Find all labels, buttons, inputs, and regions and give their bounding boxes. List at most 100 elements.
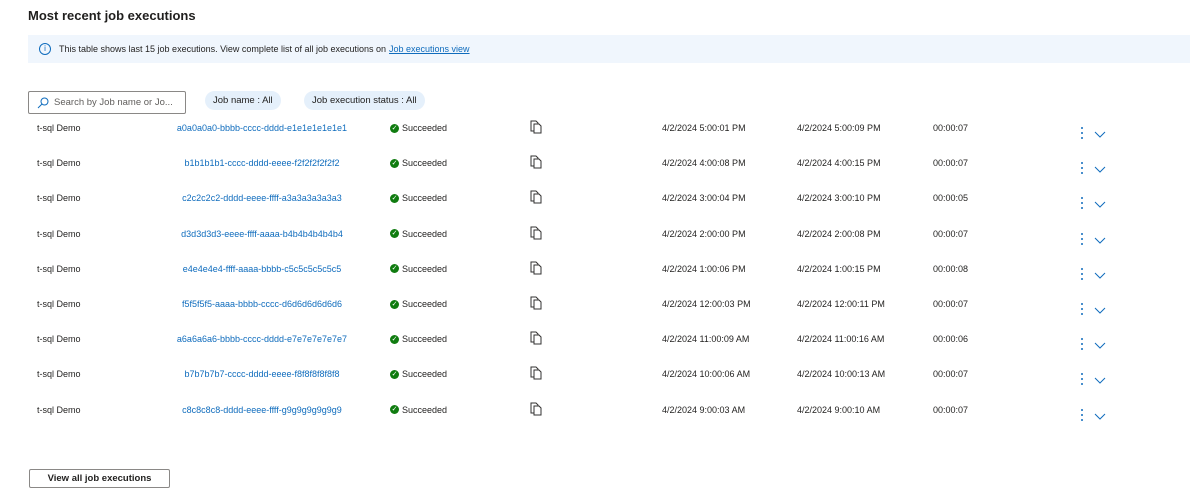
table-row: t-sql Demo b1b1b1b1-cccc-dddd-eeee-f2f2f…: [0, 155, 1190, 178]
table-row: t-sql Demo f5f5f5f5-aaaa-bbbb-cccc-d6d6d…: [0, 296, 1190, 319]
job-status-filter[interactable]: Job execution status : All: [304, 91, 425, 110]
check-circle-icon: ✓: [390, 193, 399, 203]
job-name: t-sql Demo: [37, 299, 81, 309]
execution-id-link[interactable]: a0a0a0a0-bbbb-cccc-dddd-e1e1e1e1e1e1: [172, 123, 352, 133]
duration: 00:00:07: [933, 299, 969, 309]
execution-id-link[interactable]: b1b1b1b1-cccc-dddd-eeee-f2f2f2f2f2f2: [172, 158, 352, 168]
end-time: 4/2/2024 12:00:11 PM: [797, 299, 885, 309]
duration: 00:00:08: [933, 263, 969, 274]
table-row: t-sql Demo c8c8c8c8-dddd-eeee-ffff-g9g9g…: [0, 402, 1190, 425]
more-vertical-icon[interactable]: [1080, 367, 1084, 389]
chevron-down-icon[interactable]: [1094, 405, 1106, 423]
check-circle-icon: ✓: [390, 405, 399, 415]
start-time: 4/2/2024 9:00:03 AM: [662, 404, 746, 415]
status: ✓ Succeeded: [390, 334, 447, 344]
status-text: Succeeded: [402, 369, 448, 380]
more-vertical-icon[interactable]: [1080, 227, 1084, 249]
check-circle-icon: ✓: [390, 264, 399, 274]
execution-id-link[interactable]: e4e4e4e4-ffff-aaaa-bbbb-c5c5c5c5c5c5: [172, 264, 352, 274]
status-text: Succeeded: [402, 158, 448, 169]
execution-id-link[interactable]: c2c2c2c2-dddd-eeee-ffff-a3a3a3a3a3a3: [172, 193, 352, 203]
status-text: Succeeded: [402, 123, 448, 133]
chevron-down-icon[interactable]: [1094, 334, 1106, 352]
chevron-down-icon[interactable]: [1094, 299, 1106, 317]
execution-id-link[interactable]: f5f5f5f5-aaaa-bbbb-cccc-d6d6d6d6d6d6: [172, 299, 352, 309]
duration: 00:00:07: [933, 228, 969, 239]
execution-id-link[interactable]: a6a6a6a6-bbbb-cccc-dddd-e7e7e7e7e7e7: [172, 334, 352, 344]
more-vertical-icon[interactable]: [1080, 121, 1084, 143]
table-row: t-sql Demo a6a6a6a6-bbbb-cccc-dddd-e7e7e…: [0, 331, 1190, 354]
status: ✓ Succeeded: [390, 369, 447, 379]
job-executions-view-link[interactable]: Job executions view: [389, 44, 470, 54]
table-row: t-sql Demo e4e4e4e4-ffff-aaaa-bbbb-c5c5c…: [0, 261, 1190, 284]
job-name: t-sql Demo: [37, 263, 81, 274]
chevron-down-icon[interactable]: [1094, 229, 1106, 247]
execution-id-link[interactable]: b7b7b7b7-cccc-dddd-eeee-f8f8f8f8f8f8: [172, 369, 352, 379]
job-name: t-sql Demo: [37, 193, 81, 204]
chevron-down-icon[interactable]: [1094, 369, 1106, 387]
more-vertical-icon[interactable]: [1080, 403, 1084, 425]
search-placeholder: Search by Job name or Jo...: [54, 97, 173, 108]
execution-id-link[interactable]: c8c8c8c8-dddd-eeee-ffff-g9g9g9g9g9g9: [172, 405, 352, 415]
copy-icon[interactable]: [530, 155, 542, 171]
duration: 00:00:06: [933, 334, 969, 345]
copy-icon[interactable]: [530, 402, 542, 418]
chevron-down-icon[interactable]: [1094, 123, 1106, 141]
start-time: 4/2/2024 10:00:06 AM: [662, 369, 751, 380]
more-vertical-icon[interactable]: [1080, 191, 1084, 213]
check-circle-icon: ✓: [390, 229, 399, 239]
copy-icon[interactable]: [530, 296, 542, 312]
search-input[interactable]: Search by Job name or Jo...: [28, 91, 186, 114]
status: ✓ Succeeded: [390, 299, 447, 309]
check-circle-icon: ✓: [390, 158, 399, 168]
info-icon: i: [39, 43, 51, 55]
status-text: Succeeded: [402, 228, 448, 239]
more-vertical-icon[interactable]: [1080, 156, 1084, 178]
copy-icon[interactable]: [530, 226, 542, 242]
duration: 00:00:07: [933, 158, 969, 169]
duration: 00:00:07: [933, 404, 969, 415]
more-vertical-icon[interactable]: [1080, 262, 1084, 284]
check-circle-icon: ✓: [390, 123, 399, 133]
copy-icon[interactable]: [530, 366, 542, 382]
start-time: 4/2/2024 1:00:06 PM: [662, 263, 746, 274]
status: ✓ Succeeded: [390, 123, 447, 133]
start-time: 4/2/2024 4:00:08 PM: [662, 158, 746, 169]
section-title: Most recent job executions: [28, 8, 196, 23]
status-text: Succeeded: [402, 334, 448, 345]
start-time: 4/2/2024 5:00:01 PM: [662, 123, 746, 133]
end-time: 4/2/2024 4:00:15 PM: [797, 158, 881, 169]
start-time: 4/2/2024 3:00:04 PM: [662, 193, 746, 204]
table-row: t-sql Demo c2c2c2c2-dddd-eeee-ffff-a3a3a…: [0, 190, 1190, 213]
copy-icon[interactable]: [530, 261, 542, 277]
more-vertical-icon[interactable]: [1080, 297, 1084, 319]
job-name: t-sql Demo: [37, 334, 81, 345]
duration: 00:00:07: [933, 123, 969, 133]
status: ✓ Succeeded: [390, 405, 447, 415]
view-all-job-executions-button[interactable]: View all job executions: [29, 469, 170, 488]
start-time: 4/2/2024 11:00:09 AM: [662, 334, 750, 345]
job-name: t-sql Demo: [37, 123, 81, 133]
execution-id-link[interactable]: d3d3d3d3-eeee-ffff-aaaa-b4b4b4b4b4b4: [172, 229, 352, 239]
copy-icon[interactable]: [530, 120, 542, 136]
status-text: Succeeded: [402, 263, 448, 274]
chevron-down-icon[interactable]: [1094, 193, 1106, 211]
table-row: t-sql Demo d3d3d3d3-eeee-ffff-aaaa-b4b4b…: [0, 226, 1190, 249]
copy-icon[interactable]: [530, 331, 542, 347]
more-vertical-icon[interactable]: [1080, 332, 1084, 354]
chevron-down-icon[interactable]: [1094, 264, 1106, 282]
check-circle-icon: ✓: [390, 369, 399, 379]
end-time: 4/2/2024 9:00:10 AM: [797, 404, 881, 415]
table-row: t-sql Demo a0a0a0a0-bbbb-cccc-dddd-e1e1e…: [0, 120, 1190, 143]
chevron-down-icon[interactable]: [1094, 158, 1106, 176]
status: ✓ Succeeded: [390, 229, 447, 239]
copy-icon[interactable]: [530, 190, 542, 206]
banner-text: This table shows last 15 job executions.…: [59, 44, 387, 54]
job-name: t-sql Demo: [37, 158, 81, 169]
end-time: 4/2/2024 11:00:16 AM: [797, 334, 885, 345]
check-circle-icon: ✓: [390, 334, 399, 344]
status: ✓ Succeeded: [390, 264, 447, 274]
job-name: t-sql Demo: [37, 404, 81, 415]
job-name-filter[interactable]: Job name : All: [205, 91, 281, 110]
start-time: 4/2/2024 2:00:00 PM: [662, 228, 746, 239]
